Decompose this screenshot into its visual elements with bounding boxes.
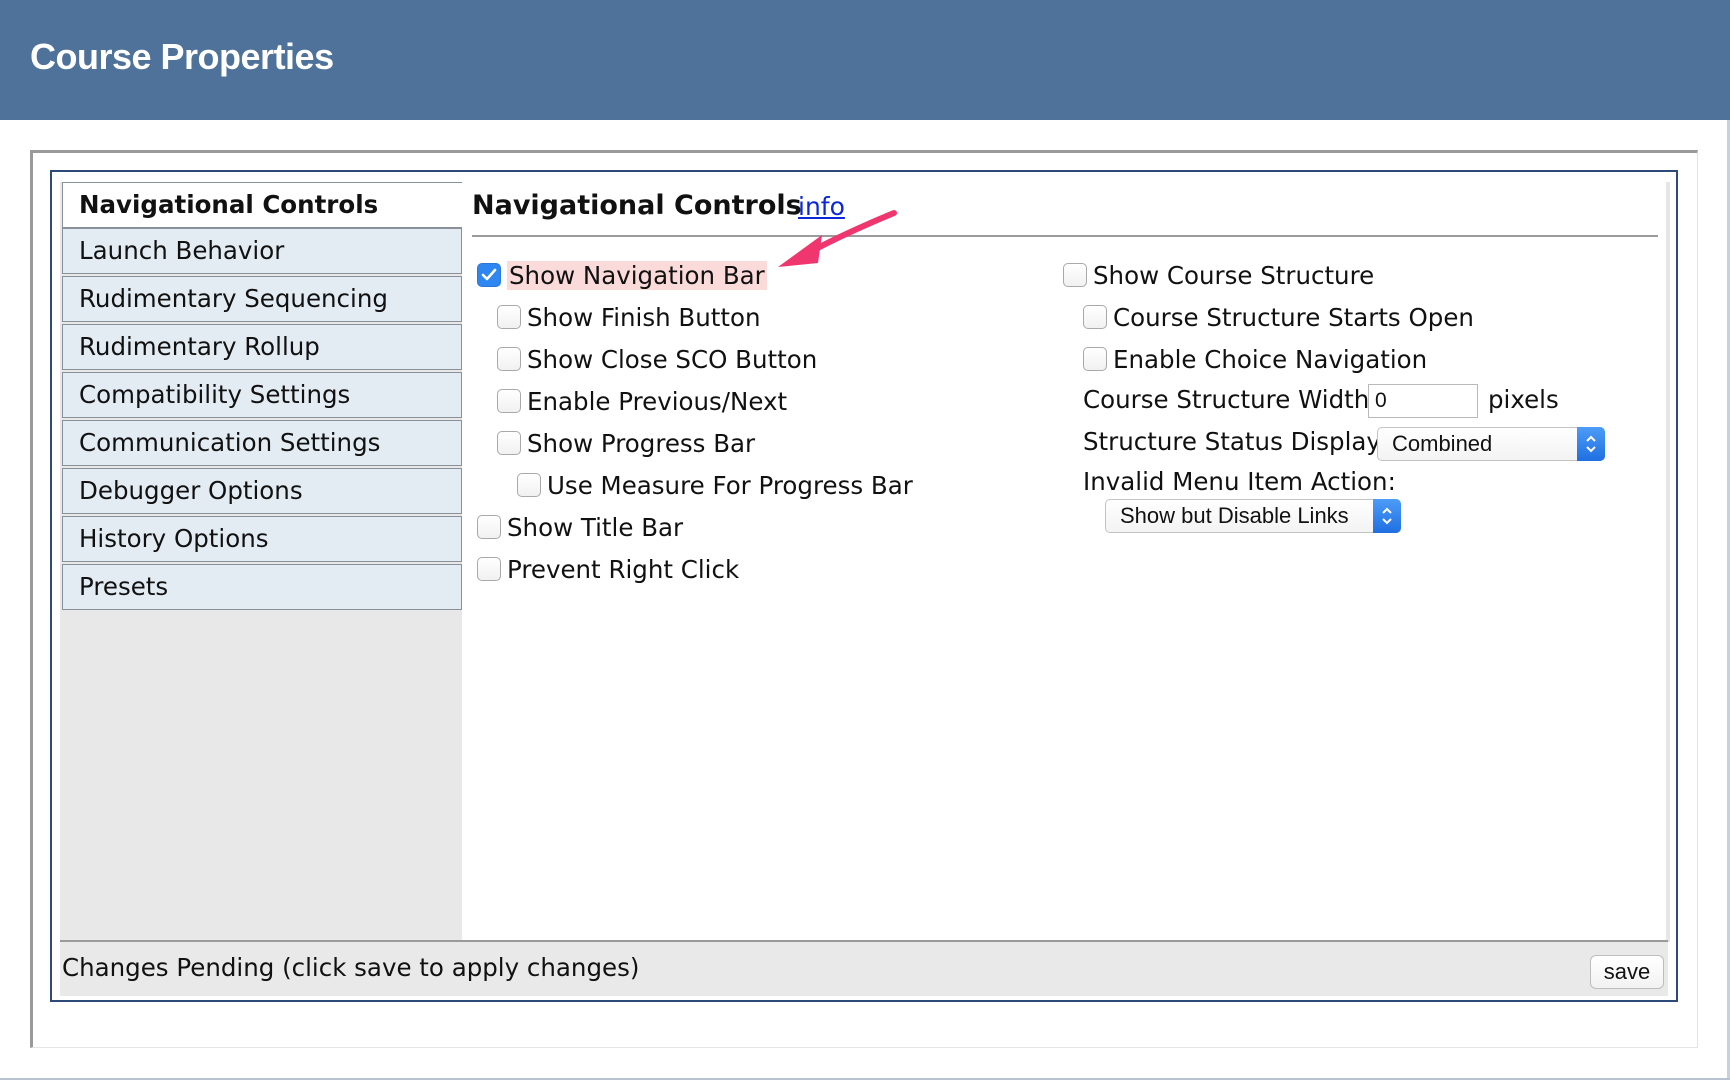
page-title: Course Properties (30, 36, 334, 77)
select-stepper-icon (1373, 499, 1401, 533)
checkbox-course-structure-starts-open[interactable] (1083, 305, 1107, 329)
option-show-finish-button[interactable]: Show Finish Button (497, 301, 761, 333)
option-show-course-structure[interactable]: Show Course Structure (1063, 259, 1374, 291)
option-enable-previous-next[interactable]: Enable Previous/Next (497, 385, 787, 417)
checkmark-icon (481, 268, 497, 281)
checkbox-enable-choice-navigation[interactable] (1083, 347, 1107, 371)
structure-width-input[interactable] (1368, 384, 1478, 418)
checkbox-show-finish-button[interactable] (497, 305, 521, 329)
checkbox-show-progress-bar[interactable] (497, 431, 521, 455)
tab-communication-settings[interactable]: Communication Settings (62, 420, 462, 466)
pointer-arrow-icon (778, 210, 897, 267)
option-label: Enable Choice Navigation (1113, 344, 1428, 374)
invalid-action-value: Show but Disable Links (1120, 503, 1349, 528)
option-label: Show Navigation Bar (507, 260, 767, 290)
checkbox-show-course-structure[interactable] (1063, 263, 1087, 287)
option-label: Show Progress Bar (527, 428, 756, 458)
save-button[interactable]: save (1590, 955, 1664, 989)
invalid-action-label: Invalid Menu Item Action: (1083, 467, 1396, 496)
tab-history-options[interactable]: History Options (62, 516, 462, 562)
tab-presets[interactable]: Presets (62, 564, 462, 610)
structure-width-label: Course Structure Width: (1083, 385, 1378, 414)
tab-rudimentary-rollup[interactable]: Rudimentary Rollup (62, 324, 462, 370)
page-bottom-edge (0, 1078, 1730, 1080)
option-use-measure-for-progress-bar[interactable]: Use Measure For Progress Bar (517, 469, 913, 501)
section-title: Navigational Controls (472, 190, 802, 221)
option-prevent-right-click[interactable]: Prevent Right Click (477, 553, 739, 585)
app-header: Course Properties (0, 0, 1730, 120)
status-message: Changes Pending (click save to apply cha… (62, 953, 640, 982)
option-label: Show Course Structure (1093, 260, 1375, 290)
option-show-navigation-bar[interactable]: Show Navigation Bar (477, 259, 767, 291)
checkbox-show-navigation-bar[interactable] (477, 263, 501, 287)
status-display-value: Combined (1392, 431, 1493, 456)
option-label: Course Structure Starts Open (1113, 302, 1474, 332)
tab-debugger-options[interactable]: Debugger Options (62, 468, 462, 514)
tab-rudimentary-sequencing[interactable]: Rudimentary Sequencing (62, 276, 462, 322)
content-scrollbar[interactable] (1666, 182, 1670, 942)
option-label: Show Title Bar (507, 512, 684, 542)
status-display-select[interactable]: Combined (1377, 427, 1605, 461)
checkbox-prevent-right-click[interactable] (477, 557, 501, 581)
structure-width-unit: pixels (1488, 385, 1559, 414)
option-show-title-bar[interactable]: Show Title Bar (477, 511, 683, 543)
option-enable-choice-navigation[interactable]: Enable Choice Navigation (1083, 343, 1427, 375)
select-stepper-icon (1577, 427, 1605, 461)
status-display-label: Structure Status Display: (1083, 427, 1388, 456)
checkbox-enable-previous-next[interactable] (497, 389, 521, 413)
checkbox-use-measure-for-progress-bar[interactable] (517, 473, 541, 497)
option-label: Enable Previous/Next (527, 386, 788, 416)
title-divider (472, 235, 1658, 237)
option-show-close-sco-button[interactable]: Show Close SCO Button (497, 343, 817, 375)
option-label: Prevent Right Click (507, 554, 740, 584)
option-label: Show Finish Button (527, 302, 761, 332)
option-course-structure-starts-open[interactable]: Course Structure Starts Open (1083, 301, 1474, 333)
checkbox-show-close-sco-button[interactable] (497, 347, 521, 371)
invalid-action-select[interactable]: Show but Disable Links (1105, 499, 1401, 533)
option-label: Use Measure For Progress Bar (547, 470, 913, 500)
checkbox-show-title-bar[interactable] (477, 515, 501, 539)
option-show-progress-bar[interactable]: Show Progress Bar (497, 427, 755, 459)
tab-launch-behavior[interactable]: Launch Behavior (62, 228, 462, 274)
option-label: Show Close SCO Button (527, 344, 818, 374)
tab-navigational-controls[interactable]: Navigational Controls (62, 182, 462, 228)
tab-compatibility-settings[interactable]: Compatibility Settings (62, 372, 462, 418)
